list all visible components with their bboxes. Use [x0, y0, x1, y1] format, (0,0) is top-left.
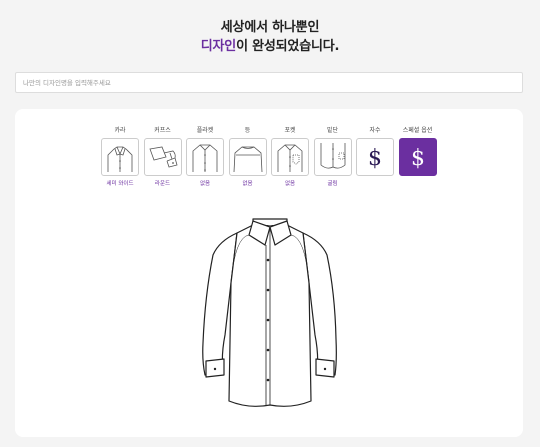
back-icon [233, 146, 262, 173]
option-special[interactable]: 스페셜 옵션 $ [398, 126, 437, 189]
placket-icon [192, 144, 218, 172]
page-title: 세상에서 하나뿐인 디자인이 완성되었습니다. [0, 18, 540, 56]
option-thumbnail[interactable] [271, 138, 309, 176]
option-thumbnail-selected[interactable]: $ [398, 138, 437, 176]
option-collar[interactable]: 카라 세미 와이드 [101, 126, 139, 189]
option-value: 없음 [284, 181, 296, 187]
option-thumbnail[interactable] [228, 138, 267, 176]
cuffs-icon [148, 146, 177, 168]
title-line-2: 디자인이 완성되었습니다. [0, 37, 540, 56]
title-line-2-rest: 이 완성되었습니다. [236, 39, 340, 54]
dollar-icon: $ [411, 146, 425, 171]
option-hem[interactable]: 밑단 굴림 [313, 126, 352, 189]
option-category: 카라 [114, 127, 126, 134]
option-category: 커프스 [154, 127, 171, 134]
option-embroidery[interactable]: 자수 $ [356, 126, 394, 189]
option-thumbnail[interactable] [143, 138, 182, 176]
option-value: 라운드 [154, 181, 171, 187]
option-category: 자수 [369, 127, 381, 134]
option-list: 카라 세미 와이드 커프스 라운드 플라켓 없음 등 없음 포켓 없음 밑단 굴… [101, 126, 441, 189]
option-value: 세미 와이드 [106, 181, 134, 187]
title-accent: 디자인 [200, 39, 237, 54]
option-category: 플라켓 [196, 127, 214, 134]
pocket-icon [277, 144, 303, 172]
hem-icon [320, 143, 345, 169]
option-thumbnail[interactable] [101, 138, 139, 176]
dollar-icon: $ [368, 146, 382, 171]
option-cuffs[interactable]: 커프스 라운드 [143, 126, 182, 189]
option-category: 포켓 [284, 127, 296, 134]
option-value: 굴림 [327, 181, 338, 187]
svg-text:$: $ [368, 146, 382, 171]
option-category: 스페셜 옵션 [402, 127, 433, 134]
option-thumbnail[interactable] [186, 138, 224, 176]
option-placket[interactable]: 플라켓 없음 [186, 126, 224, 189]
shirt-preview-image [202, 218, 337, 407]
option-value: 없음 [199, 181, 211, 187]
title-line-1: 세상에서 하나뿐인 [220, 20, 320, 35]
collar-icon [107, 146, 133, 172]
option-thumbnail[interactable] [313, 138, 352, 176]
option-thumbnail[interactable]: $ [356, 138, 394, 176]
design-summary-card: 카라 세미 와이드 커프스 라운드 플라켓 없음 등 없음 포켓 없음 밑단 굴… [15, 109, 523, 437]
option-category: 밑단 [326, 127, 339, 134]
option-category: 등 [244, 127, 251, 134]
design-name-input[interactable] [15, 72, 523, 93]
option-value: 없음 [242, 181, 253, 187]
option-pocket[interactable]: 포켓 없음 [271, 126, 309, 189]
option-back[interactable]: 등 없음 [228, 126, 267, 189]
svg-text:$: $ [411, 146, 425, 171]
